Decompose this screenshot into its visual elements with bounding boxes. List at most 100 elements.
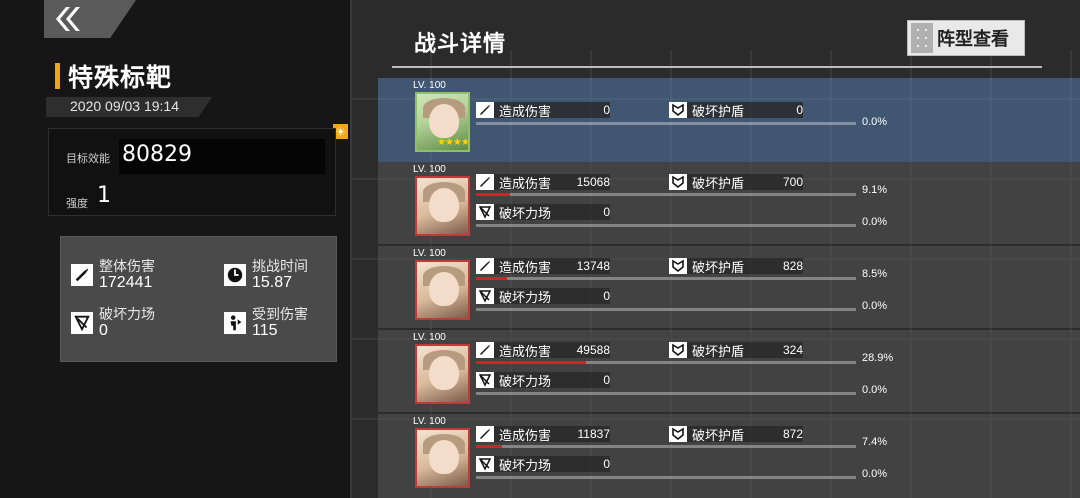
damage-progress-fill bbox=[476, 277, 507, 280]
stat-label: 受到伤害 bbox=[252, 307, 308, 323]
damage-percent: 7.4% bbox=[862, 436, 888, 448]
field-label: 破坏力场 bbox=[499, 290, 552, 306]
portrait-face bbox=[429, 356, 459, 390]
shield-break-icon bbox=[669, 258, 687, 274]
field-value: 0 bbox=[603, 289, 610, 303]
stat-value: 0 bbox=[99, 322, 108, 339]
bullet-icon bbox=[476, 174, 494, 190]
shield-value: 0 bbox=[796, 103, 803, 117]
strength-label: 强度 bbox=[66, 197, 88, 210]
field-break-icon bbox=[476, 204, 494, 220]
shield-label: 破坏护盾 bbox=[692, 428, 745, 444]
target-value: 80829 bbox=[122, 142, 192, 167]
field-metric: 破坏力场 0 bbox=[476, 288, 610, 306]
field-value: 0 bbox=[603, 457, 610, 471]
star-rating: ★★★★ bbox=[437, 137, 470, 148]
level-label: LV. 100 bbox=[413, 332, 446, 343]
stat-label: 整体伤害 bbox=[99, 259, 155, 275]
field-break-icon bbox=[71, 312, 93, 334]
stat-damage-taken: 受到伤害 115 bbox=[224, 307, 308, 339]
field-break-icon bbox=[476, 456, 494, 472]
stat-challenge-time: 挑战时间 15.87 bbox=[224, 259, 308, 291]
character-portrait bbox=[415, 344, 470, 404]
damage-percent: 28.9% bbox=[862, 352, 894, 364]
shield-label: 破坏护盾 bbox=[692, 176, 745, 192]
shield-value: 700 bbox=[782, 175, 803, 189]
shield-metric: 破坏护盾 828 bbox=[669, 258, 803, 276]
character-row[interactable]: LV. 100 ★★★★ 造成伤害 0 破坏护盾 0 0.0% bbox=[378, 78, 1080, 162]
shield-label: 破坏护盾 bbox=[692, 260, 745, 276]
bullet-icon bbox=[476, 426, 494, 442]
character-row[interactable]: LV. 100 造成伤害 11837 破坏护盾 872 7.4% 破坏力场 0 … bbox=[378, 414, 1080, 498]
damage-value: 49588 bbox=[576, 343, 610, 357]
strength-value: 1 bbox=[97, 183, 111, 208]
formation-view-button[interactable]: 阵型查看 bbox=[907, 20, 1025, 56]
damage-percent: 9.1% bbox=[862, 184, 888, 196]
damage-percent: 8.5% bbox=[862, 268, 888, 280]
field-percent: 0.0% bbox=[862, 300, 888, 312]
field-progress-track bbox=[476, 224, 856, 227]
stats-box: 整体伤害 172441 挑战时间 15.87 破坏力场 0 受到伤害 115 bbox=[60, 236, 337, 362]
portrait-face bbox=[429, 104, 459, 138]
header-divider bbox=[392, 66, 1042, 68]
field-progress-track bbox=[476, 308, 856, 311]
left-panel: 特殊标靶 2020 09/03 19:14 ☀ 目标效能 80829 强度 1 … bbox=[0, 0, 352, 498]
damage-progress-track bbox=[476, 122, 856, 125]
damage-progress-track bbox=[476, 277, 856, 280]
shield-metric: 破坏护盾 0 bbox=[669, 102, 803, 120]
field-value: 0 bbox=[603, 373, 610, 387]
shield-value: 324 bbox=[782, 343, 803, 357]
shield-label: 破坏护盾 bbox=[692, 344, 745, 360]
bullet-icon bbox=[476, 102, 494, 118]
character-row[interactable]: LV. 100 造成伤害 15068 破坏护盾 700 9.1% 破坏力场 0 … bbox=[378, 162, 1080, 244]
page-title: 战斗详情 bbox=[414, 32, 507, 57]
damage-metric: 造成伤害 15068 bbox=[476, 174, 610, 192]
field-label: 破坏力场 bbox=[499, 206, 552, 222]
field-break-icon bbox=[476, 288, 494, 304]
field-value: 0 bbox=[603, 205, 610, 219]
grid-icon bbox=[911, 23, 933, 53]
damage-progress-fill bbox=[476, 445, 502, 448]
shield-metric: 破坏护盾 872 bbox=[669, 426, 803, 444]
shield-metric: 破坏护盾 700 bbox=[669, 174, 803, 192]
damage-metric: 造成伤害 11837 bbox=[476, 426, 610, 444]
damage-label: 造成伤害 bbox=[499, 344, 552, 360]
portrait-face bbox=[429, 272, 459, 306]
character-row[interactable]: LV. 100 造成伤害 49588 破坏护盾 324 28.9% 破坏力场 0… bbox=[378, 330, 1080, 412]
field-percent: 0.0% bbox=[862, 384, 888, 396]
damage-label: 造成伤害 bbox=[499, 176, 552, 192]
level-label: LV. 100 bbox=[413, 416, 446, 427]
shield-break-icon bbox=[669, 426, 687, 442]
field-metric: 破坏力场 0 bbox=[476, 204, 610, 222]
level-label: LV. 100 bbox=[413, 248, 446, 259]
damage-value: 11837 bbox=[577, 427, 610, 441]
level-label: LV. 100 bbox=[413, 80, 446, 91]
damage-progress-track bbox=[476, 193, 856, 196]
field-percent: 0.0% bbox=[862, 468, 888, 480]
double-chevron-left-icon bbox=[56, 7, 80, 31]
shield-break-icon bbox=[669, 174, 687, 190]
damage-metric: 造成伤害 49588 bbox=[476, 342, 610, 360]
target-box: 目标效能 80829 强度 1 bbox=[48, 128, 336, 216]
bullet-icon bbox=[71, 264, 93, 286]
shield-break-icon bbox=[669, 102, 687, 118]
stage-title: 特殊标靶 bbox=[55, 58, 172, 94]
target-label: 目标效能 bbox=[66, 152, 110, 165]
shield-value: 828 bbox=[782, 259, 803, 273]
field-metric: 破坏力场 0 bbox=[476, 372, 610, 390]
shield-label: 破坏护盾 bbox=[692, 104, 745, 120]
portrait-face bbox=[429, 188, 459, 222]
portrait-face bbox=[429, 440, 459, 474]
field-progress-track bbox=[476, 476, 856, 479]
damage-percent: 0.0% bbox=[862, 116, 888, 128]
back-button[interactable] bbox=[44, 0, 136, 38]
damage-label: 造成伤害 bbox=[499, 428, 552, 444]
character-row[interactable]: LV. 100 造成伤害 13748 破坏护盾 828 8.5% 破坏力场 0 … bbox=[378, 246, 1080, 328]
person-hit-icon bbox=[224, 312, 246, 334]
damage-value: 15068 bbox=[576, 175, 610, 189]
stat-label: 破坏力场 bbox=[99, 307, 155, 323]
date-text: 2020 09/03 19:14 bbox=[70, 98, 179, 114]
shield-break-icon bbox=[669, 342, 687, 358]
bullet-icon bbox=[476, 342, 494, 358]
damage-label: 造成伤害 bbox=[499, 104, 552, 120]
